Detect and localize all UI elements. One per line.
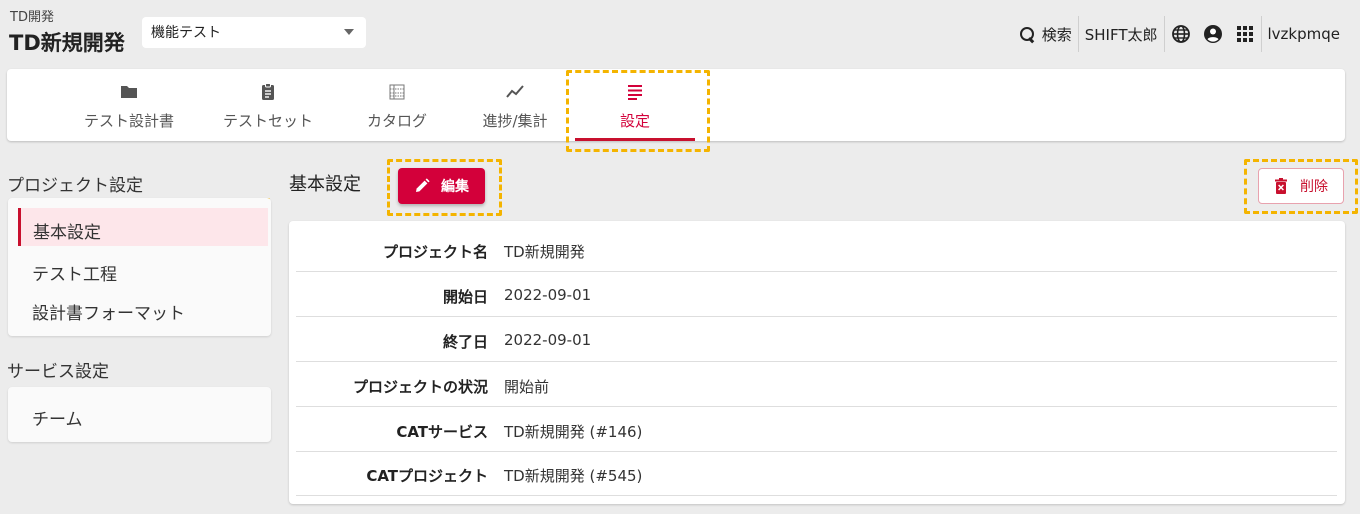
service-settings-heading: サービス設定	[7, 362, 109, 382]
search-button[interactable]: 検索	[1013, 16, 1078, 52]
test-type-select-value: 機能テスト	[151, 25, 221, 41]
delete-button[interactable]: 削除	[1258, 168, 1344, 204]
pencil-icon	[416, 178, 430, 192]
account-button[interactable]	[1197, 16, 1229, 52]
user-name[interactable]: SHIFT太郎	[1079, 16, 1164, 52]
detail-row: CATサービス TD新規開発 (#146)	[296, 407, 1337, 452]
detail-value: TD新規開発 (#146)	[504, 423, 643, 441]
detail-row: 開始日 2022-09-01	[296, 272, 1337, 317]
detail-label: CATサービス	[396, 423, 488, 441]
project-details-card: プロジェクト名 TD新規開発 開始日 2022-09-01 終了日 2022-0…	[289, 221, 1345, 504]
tab-label: 設定	[619, 112, 650, 130]
detail-row: プロジェクトの状況 開始前	[296, 362, 1337, 407]
detail-row: プロジェクト名 TD新規開発	[296, 227, 1337, 272]
test-type-select[interactable]: 機能テスト	[142, 17, 366, 48]
detail-value: 開始前	[504, 378, 550, 396]
menu-team[interactable]: チーム	[18, 395, 268, 433]
search-label: 検索	[1041, 25, 1072, 44]
active-tab-indicator	[575, 138, 695, 141]
project-settings-menu: 基本設定 テスト工程 設計書フォーマット	[8, 198, 271, 336]
apps-button[interactable]	[1229, 16, 1261, 52]
tab-label: 進捗/集計	[482, 112, 548, 130]
search-icon	[1019, 26, 1036, 43]
main-tabs: テスト設計書 テストセット カタログ 進捗/集計 設定	[7, 69, 1345, 141]
tab-label: カタログ	[366, 112, 427, 130]
tab-progress[interactable]: 進捗/集計	[473, 69, 557, 141]
edit-button[interactable]: 編集	[398, 168, 485, 204]
detail-label: CATプロジェクト	[366, 467, 488, 485]
menu-design-format[interactable]: 設計書フォーマット	[18, 289, 268, 327]
catalog-icon	[389, 84, 405, 100]
caret-down-icon	[344, 29, 354, 35]
language-button[interactable]	[1165, 16, 1197, 52]
project-settings-heading: プロジェクト設定	[7, 176, 143, 196]
clipboard-icon	[262, 83, 274, 100]
delete-label: 削除	[1300, 179, 1328, 195]
detail-label: 終了日	[442, 333, 488, 351]
detail-label: プロジェクト名	[382, 243, 488, 261]
detail-value: 2022-09-01	[504, 286, 592, 304]
menu-test-process[interactable]: テスト工程	[18, 250, 268, 288]
org-label: TD開発	[10, 10, 54, 25]
service-settings-menu: チーム	[8, 387, 271, 442]
detail-row: CATプロジェクト TD新規開発 (#545)	[296, 451, 1337, 496]
trend-icon	[506, 85, 524, 98]
detail-label: 開始日	[442, 288, 488, 306]
section-title: 基本設定	[289, 174, 361, 195]
tab-label: テストセット	[222, 112, 313, 130]
menu-basic-settings[interactable]: 基本設定	[18, 208, 268, 246]
apps-grid-icon	[1236, 26, 1253, 42]
detail-value: TD新規開発 (#545)	[504, 467, 643, 485]
settings-list-icon	[628, 85, 642, 100]
tab-label: テスト設計書	[83, 112, 174, 130]
account-id[interactable]: lvzkpmqe	[1262, 16, 1347, 52]
folder-icon	[121, 86, 137, 98]
account-circle-icon	[1203, 25, 1222, 43]
project-title: TD新規開発	[9, 31, 125, 55]
detail-label: プロジェクトの状況	[352, 378, 488, 396]
edit-label: 編集	[441, 179, 469, 195]
header-toolbar: 検索 SHIFT太郎 lvzkpmqe	[1013, 14, 1346, 54]
tab-settings[interactable]: 設定	[575, 69, 695, 141]
trash-icon	[1275, 178, 1287, 194]
globe-icon	[1171, 25, 1190, 43]
tab-test-design[interactable]: テスト設計書	[73, 69, 185, 141]
tab-test-set[interactable]: テストセット	[214, 69, 322, 141]
detail-row: 終了日 2022-09-01	[296, 317, 1337, 362]
detail-value: TD新規開発	[504, 243, 585, 261]
tab-catalog[interactable]: カタログ	[357, 69, 437, 141]
detail-value: 2022-09-01	[504, 331, 592, 349]
